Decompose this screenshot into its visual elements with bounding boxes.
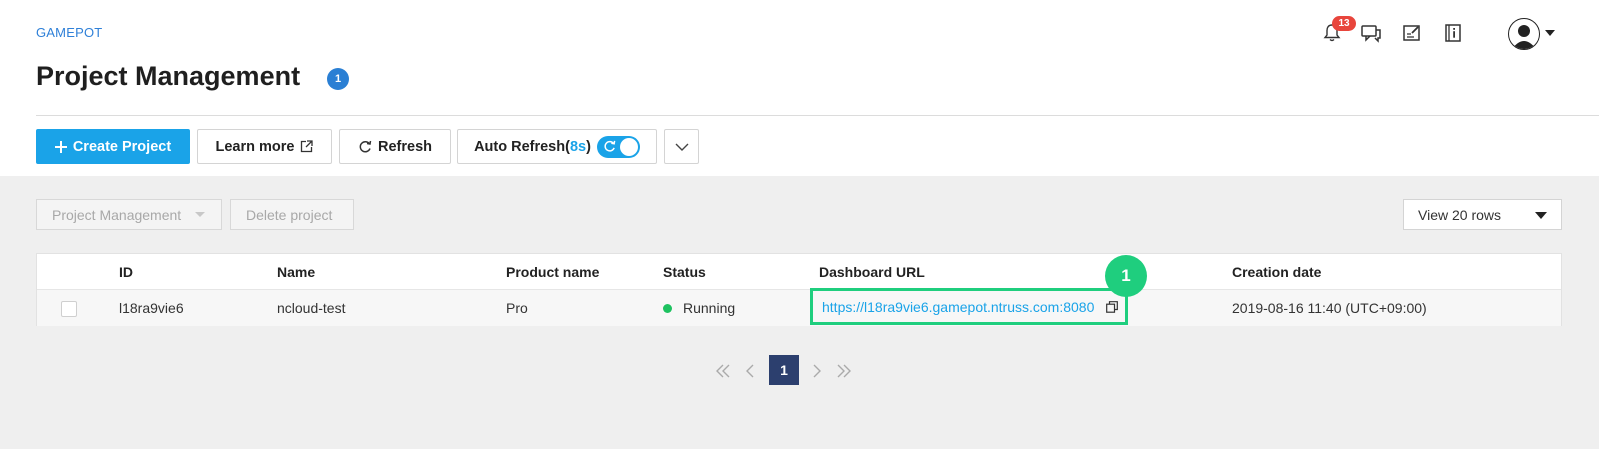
caret-down-icon (195, 212, 206, 217)
pagination: 1 (0, 355, 1599, 387)
plus-icon (54, 140, 67, 153)
caret-down-icon (1535, 212, 1547, 219)
first-page-button[interactable] (709, 355, 737, 387)
row-checkbox[interactable] (61, 301, 77, 317)
double-chevron-left-icon (716, 364, 730, 378)
annotation-callout-badge: 1 (1105, 255, 1147, 297)
learn-more-button[interactable]: Learn more (197, 129, 332, 164)
status-text: Running (683, 300, 736, 316)
copy-icon[interactable] (1106, 301, 1118, 313)
refresh-icon (604, 140, 616, 152)
col-dashboard-url[interactable]: Dashboard URL (819, 264, 925, 280)
dashboard-url-highlight: https://l18ra9vie6.gamepot.ntruss.com:80… (810, 288, 1128, 325)
notes-button[interactable] (1398, 18, 1426, 48)
next-page-button[interactable] (803, 355, 831, 387)
notification-count-badge: 13 (1332, 16, 1356, 31)
auto-refresh-toggle[interactable] (596, 135, 640, 158)
chat-icon (1361, 25, 1381, 43)
auto-refresh-interval: 8s (569, 138, 587, 155)
page-title: Project Management (36, 61, 301, 91)
status-running-dot (663, 304, 672, 313)
notifications-button[interactable]: 13 (1318, 16, 1356, 48)
col-creation-date[interactable]: Creation date (1232, 264, 1321, 280)
info-button[interactable] (1439, 18, 1467, 48)
chevron-right-icon (813, 364, 821, 378)
col-status[interactable]: Status (663, 264, 706, 280)
content-area: Project Management Delete project View 2… (0, 176, 1599, 449)
project-management-dropdown[interactable]: Project Management (36, 199, 222, 230)
delete-project-button[interactable]: Delete project (230, 199, 354, 230)
create-project-button[interactable]: Create Project (36, 129, 190, 164)
header-divider (36, 115, 1599, 116)
table-row[interactable]: l18ra9vie6 ncloud-test Pro Running 2019-… (37, 290, 1561, 326)
external-link-icon (300, 140, 314, 153)
double-chevron-right-icon (837, 364, 851, 378)
edit-note-icon (1403, 25, 1420, 41)
rows-per-page-select[interactable]: View 20 rows (1403, 199, 1562, 230)
dashboard-url-link[interactable]: https://l18ra9vie6.gamepot.ntruss.com:80… (822, 299, 1094, 315)
chevron-left-icon (746, 364, 754, 378)
prev-page-button[interactable] (736, 355, 764, 387)
rows-per-page-label: View 20 rows (1418, 206, 1502, 223)
project-table: ID Name Product name Status Dashboard UR… (36, 253, 1562, 326)
title-step-badge: 1 (327, 68, 349, 90)
breadcrumb[interactable]: GAMEPOT (36, 25, 102, 40)
cell-name: ncloud-test (277, 300, 346, 316)
chevron-down-icon (675, 143, 688, 151)
learn-more-label: Learn more (215, 138, 295, 155)
create-project-label: Create Project (72, 138, 172, 155)
col-id[interactable]: ID (119, 264, 133, 280)
delete-project-label: Delete project (246, 206, 333, 223)
table-header: ID Name Product name Status Dashboard UR… (37, 254, 1561, 290)
user-icon (1512, 25, 1536, 49)
refresh-label: Refresh (378, 138, 432, 155)
refresh-icon (358, 140, 372, 154)
info-book-icon (1445, 24, 1461, 42)
page-header: GAMEPOT Project Management 1 13 Create P… (0, 0, 1599, 176)
chat-button[interactable] (1357, 18, 1385, 48)
refresh-button[interactable]: Refresh (339, 129, 451, 164)
chevron-down-icon[interactable] (1545, 30, 1555, 37)
more-options-button[interactable] (664, 129, 699, 164)
auto-refresh-control: Auto Refresh(8s) (457, 129, 657, 164)
cell-created: 2019-08-16 11:40 (UTC+09:00) (1232, 300, 1427, 316)
last-page-button[interactable] (830, 355, 858, 387)
toggle-knob (619, 137, 638, 156)
project-management-label: Project Management (52, 206, 182, 223)
page-number-current[interactable]: 1 (769, 355, 799, 385)
cell-product: Pro (506, 300, 528, 316)
cell-id: l18ra9vie6 (119, 300, 184, 316)
user-avatar[interactable] (1508, 18, 1540, 50)
auto-refresh-label: Auto Refresh(8s) (474, 138, 591, 155)
col-name[interactable]: Name (277, 264, 315, 280)
cell-status: Running (663, 300, 735, 316)
col-product-name[interactable]: Product name (506, 264, 599, 280)
